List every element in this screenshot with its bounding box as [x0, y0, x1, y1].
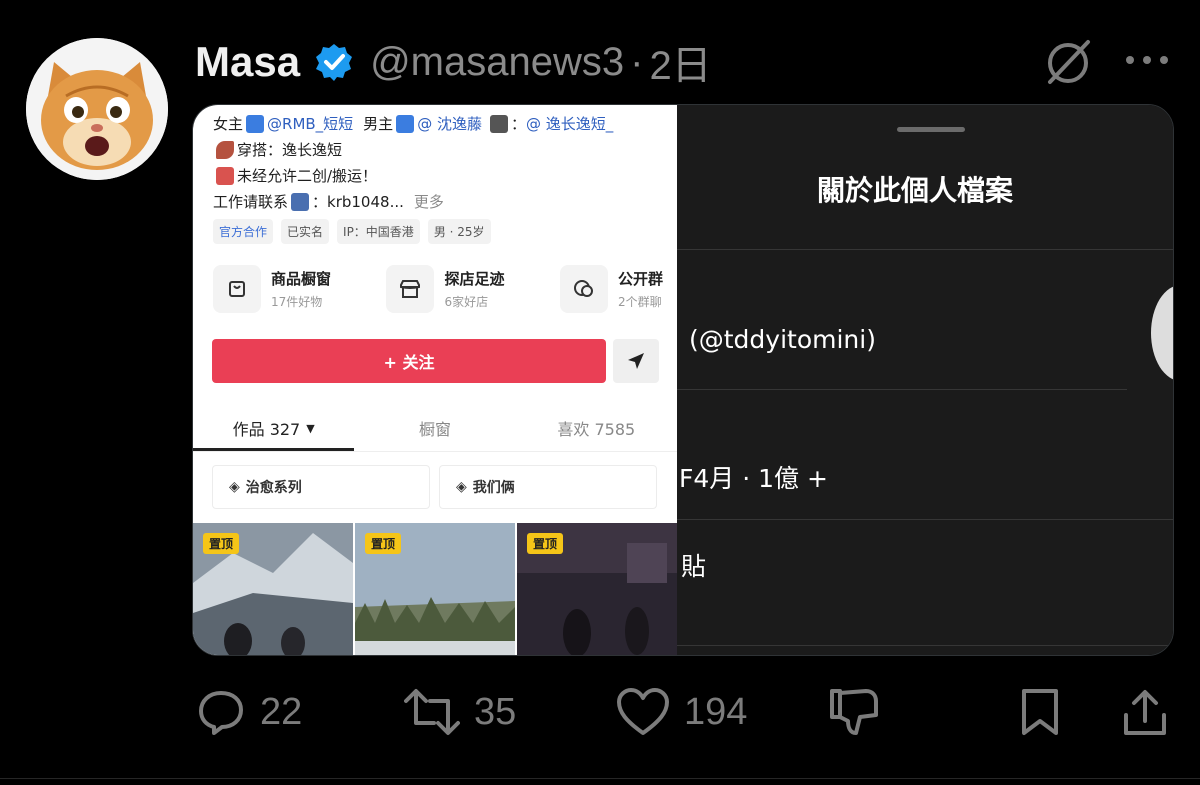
- joined-date: F4月 · 1億 +: [679, 464, 828, 493]
- link-label: 貼: [681, 552, 707, 581]
- collection-us: ◈ 我们俩: [439, 465, 657, 509]
- repost-button[interactable]: 35: [404, 682, 516, 742]
- tab-works: 作品 327 ▼: [193, 405, 355, 451]
- thumbs-down-icon: [830, 689, 878, 735]
- author-handle[interactable]: @masanews3: [370, 40, 624, 85]
- author-name[interactable]: Masa: [195, 38, 300, 86]
- send-button: [613, 339, 659, 383]
- like-button[interactable]: 194: [616, 682, 747, 742]
- reply-button[interactable]: 22: [196, 682, 302, 742]
- repost-icon: [404, 689, 460, 735]
- cat-avatar-icon: [26, 38, 168, 180]
- service-chat-group: 公开群 2个群聊: [559, 265, 663, 313]
- profile-tabs: 作品 327 ▼ 橱窗 喜欢 7585: [193, 405, 677, 451]
- divider: [677, 645, 1173, 646]
- service-store: 探店足迹 6家好店: [386, 265, 505, 313]
- profile-services: 商品橱窗 17件好物 探店足迹 6家好店 公开群 2个群聊: [213, 265, 663, 313]
- arrow-right-icon: [396, 115, 415, 133]
- bio-text: 工作请联系: [213, 193, 289, 211]
- collection-healing: ◈ 治愈系列: [212, 465, 430, 509]
- dropdown-triangle-icon: ▼: [306, 421, 315, 435]
- service-title: 公开群: [617, 270, 663, 288]
- video-thumbnail-1: 置顶: [193, 523, 353, 655]
- bio-text: 穿搭：逸长逸短: [237, 141, 343, 159]
- layers-icon: ◈: [229, 479, 240, 495]
- bookmark-icon: [1022, 689, 1058, 735]
- video-thumbnail-2: 置顶: [355, 523, 515, 655]
- handshake-icon: [291, 193, 310, 211]
- divider: [677, 519, 1173, 520]
- shop-window-icon: [213, 265, 261, 313]
- more-options-icon[interactable]: [1124, 50, 1170, 70]
- collection-label: 治愈系列: [245, 480, 302, 496]
- bio-text: 男主: [363, 115, 394, 133]
- pinned-badge: 置顶: [365, 533, 402, 554]
- grok-icon[interactable]: [1042, 36, 1094, 88]
- divider: [677, 249, 1173, 250]
- pinned-badge: 置顶: [203, 533, 240, 554]
- bio-mention: @ 逸长逸短_: [525, 115, 614, 133]
- tag-verified: 已实名: [281, 219, 330, 244]
- bio-text: ：krb1048...: [312, 193, 404, 211]
- share-icon: [1124, 690, 1166, 735]
- service-title: 探店足迹: [444, 270, 505, 288]
- tag-ip: IP：中国香港: [337, 219, 420, 244]
- post-time[interactable]: 2日: [649, 33, 711, 91]
- video-thumbnail-3: 置顶: [517, 523, 677, 655]
- chat-group-icon: [559, 265, 608, 313]
- author-avatar[interactable]: [26, 38, 168, 180]
- profile-handle: (@tddyitomini): [689, 325, 876, 354]
- tab-works-label: 作品 327: [232, 420, 301, 439]
- share-button[interactable]: [1122, 682, 1168, 742]
- bookmark-button[interactable]: [1018, 682, 1062, 742]
- tag-gender-age: 男 · 25岁: [427, 219, 491, 244]
- profile-tags: 官方合作 已实名 IP：中国香港 男 · 25岁: [213, 219, 491, 244]
- follow-button: + 关注: [212, 339, 606, 383]
- post-media[interactable]: 女主 @RMB_短短 男主 @ 沈逸藤 ： @ 逸长逸短_ 穿搭：逸长逸短 未经…: [192, 104, 1174, 656]
- service-sub: 6家好店: [444, 295, 489, 309]
- sheet-handle: [897, 127, 965, 132]
- about-profile-screenshot: 關於此個人檔案 (@tddyitomini) F4月 · 1億 + 貼: [677, 105, 1173, 655]
- reply-icon: [199, 691, 243, 735]
- service-title: 商品橱窗: [271, 270, 332, 288]
- arrow-right-icon: [246, 115, 265, 133]
- post-divider: [0, 778, 1200, 779]
- bio-text: ：: [510, 115, 526, 133]
- camera-icon: [489, 115, 508, 133]
- post-header: Masa @masanews3 · 2日: [195, 38, 712, 88]
- store-icon: [386, 265, 435, 313]
- bio-mention: @RMB_短短: [267, 115, 354, 133]
- profile-picture-edge: [1151, 285, 1173, 381]
- bio-more-link: 更多: [413, 193, 444, 211]
- service-sub: 17件好物: [271, 295, 323, 309]
- downvote-button[interactable]: [828, 682, 880, 742]
- like-count: 194: [684, 690, 748, 733]
- prohibited-icon: [216, 167, 234, 185]
- bio-text: 未经允许二创/搬运！: [237, 167, 378, 185]
- tab-likes: 喜欢 7585: [557, 420, 636, 439]
- profile-bio: 女主 @RMB_短短 男主 @ 沈逸藤 ： @ 逸长逸短_ 穿搭：逸长逸短 未经…: [213, 111, 613, 215]
- tab-divider: [193, 451, 677, 452]
- layers-icon: ◈: [456, 479, 467, 495]
- heart-icon: [617, 688, 669, 735]
- tag-official: 官方合作: [213, 219, 274, 244]
- service-shop-window: 商品橱窗 17件好物: [213, 265, 331, 313]
- shoe-icon: [216, 141, 234, 159]
- send-icon: [628, 353, 644, 369]
- sheet-title: 關於此個人檔案: [817, 174, 1014, 207]
- tab-window: 橱窗: [418, 420, 451, 439]
- divider: [677, 389, 1127, 390]
- service-sub: 2个群聊: [617, 295, 662, 309]
- bio-text: 女主: [213, 115, 244, 133]
- pinned-badge: 置顶: [527, 533, 564, 554]
- collection-label: 我们俩: [472, 480, 515, 496]
- reply-count: 22: [260, 690, 303, 733]
- post-actions: 22 35 194: [0, 682, 1200, 742]
- repost-count: 35: [474, 690, 517, 733]
- verified-badge-icon: [316, 44, 353, 81]
- douyin-profile-screenshot: 女主 @RMB_短短 男主 @ 沈逸藤 ： @ 逸长逸短_ 穿搭：逸长逸短 未经…: [193, 105, 677, 655]
- bio-mention: @ 沈逸藤: [417, 115, 482, 133]
- time-separator: ·: [630, 39, 644, 84]
